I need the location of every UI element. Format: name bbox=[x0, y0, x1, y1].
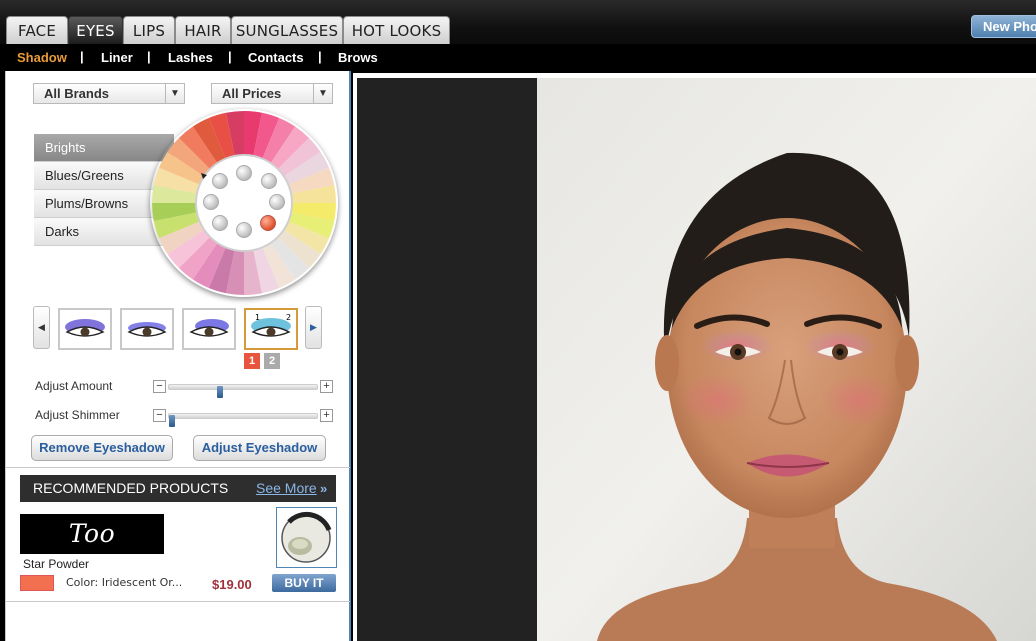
eye-look-thumb[interactable] bbox=[182, 308, 236, 350]
brands-dropdown-value: All Brands bbox=[44, 86, 110, 101]
see-more-link[interactable]: See More bbox=[256, 475, 317, 502]
photo-canvas bbox=[353, 73, 1036, 641]
product-name[interactable]: Star Powder bbox=[23, 557, 89, 571]
shimmer-knob[interactable] bbox=[169, 415, 175, 427]
eye-icon bbox=[127, 322, 167, 337]
subnav-shadow[interactable]: Shadow bbox=[17, 50, 67, 65]
eye-icon bbox=[189, 319, 229, 337]
brands-dropdown[interactable]: All Brands ▼ bbox=[33, 83, 185, 104]
shimmer-label: Adjust Shimmer bbox=[35, 408, 120, 422]
pager-1[interactable]: 1 bbox=[244, 353, 260, 369]
eye-look-thumb-selected[interactable]: 1 2 bbox=[244, 308, 298, 350]
amount-slider[interactable]: − + bbox=[153, 380, 333, 398]
minus-button[interactable]: − bbox=[153, 409, 166, 422]
amount-knob[interactable] bbox=[217, 386, 224, 398]
subnav-contacts[interactable]: Contacts bbox=[248, 50, 304, 65]
prev-look-button[interactable]: ◀ bbox=[33, 306, 50, 349]
prices-dropdown-value: All Prices bbox=[222, 86, 282, 101]
subnav-liner[interactable]: Liner bbox=[101, 50, 133, 65]
plus-button[interactable]: + bbox=[320, 380, 333, 393]
brand-logo[interactable]: Too Faced® bbox=[20, 514, 164, 588]
subnav-lashes[interactable]: Lashes bbox=[168, 50, 213, 65]
chevron-down-icon[interactable]: ▼ bbox=[313, 84, 332, 103]
swatch-slot[interactable] bbox=[261, 173, 277, 189]
prices-dropdown[interactable]: All Prices ▼ bbox=[211, 83, 333, 104]
swatch-slot[interactable] bbox=[236, 165, 252, 181]
model-photo[interactable] bbox=[537, 78, 1036, 641]
recommended-header: RECOMMENDED PRODUCTS See More » bbox=[20, 475, 336, 502]
tab-sunglasses[interactable]: SUNGLASSES bbox=[231, 16, 343, 44]
zone-label: 2 bbox=[286, 313, 291, 322]
next-look-button[interactable]: ▶ bbox=[305, 306, 322, 349]
eye-icon: 1 2 bbox=[251, 313, 291, 337]
swatch-slot[interactable] bbox=[212, 173, 228, 189]
chevron-down-icon[interactable]: ▼ bbox=[165, 84, 184, 103]
chevron-right-icon: ▶ bbox=[310, 322, 317, 332]
shimmer-track[interactable] bbox=[168, 413, 318, 427]
pager-2[interactable]: 2 bbox=[264, 353, 280, 369]
tab-hot-looks[interactable]: HOT LOOKS bbox=[343, 16, 450, 44]
eye-look-thumb[interactable] bbox=[120, 308, 174, 350]
zone-label: 1 bbox=[255, 313, 260, 322]
control-panel: All Brands ▼ All Prices ▼ Brights Blues/… bbox=[5, 71, 351, 641]
divider bbox=[6, 601, 350, 602]
minus-button[interactable]: − bbox=[153, 380, 166, 393]
swatch-slot[interactable] bbox=[269, 194, 285, 210]
product-price: $19.00 bbox=[212, 577, 252, 592]
amount-track[interactable] bbox=[168, 384, 318, 398]
subnav-separator: | bbox=[80, 49, 84, 64]
top-tab-bar: FACE EYES LIPS HAIR SUNGLASSES HOT LOOKS… bbox=[0, 0, 1036, 44]
double-chevron-right-icon[interactable]: » bbox=[320, 475, 327, 502]
buy-it-button[interactable]: BUY IT bbox=[272, 574, 336, 592]
product-jar-icon bbox=[281, 511, 332, 563]
adjust-eyeshadow-button[interactable]: Adjust Eyeshadow bbox=[193, 435, 326, 461]
product-image[interactable] bbox=[276, 507, 337, 568]
shimmer-slider[interactable]: − + bbox=[153, 409, 333, 427]
plus-button[interactable]: + bbox=[320, 409, 333, 422]
product-color: Color: Iridescent Or... bbox=[66, 576, 183, 589]
subnav-separator: | bbox=[228, 49, 232, 64]
recommended-title: RECOMMENDED PRODUCTS bbox=[33, 480, 229, 496]
divider bbox=[6, 467, 350, 468]
eye-look-thumb[interactable] bbox=[58, 308, 112, 350]
chevron-left-icon: ◀ bbox=[38, 322, 45, 332]
swatch-selected[interactable] bbox=[260, 215, 276, 231]
color-wheel-graphic[interactable] bbox=[150, 109, 338, 297]
swatch-slot[interactable] bbox=[236, 222, 252, 238]
subnav-separator: | bbox=[318, 49, 322, 64]
new-photo-button[interactable]: New Pho bbox=[971, 15, 1036, 38]
color-chip bbox=[20, 575, 54, 591]
tab-face[interactable]: FACE bbox=[6, 16, 68, 44]
color-wheel[interactable] bbox=[150, 109, 338, 297]
swatch-slot[interactable] bbox=[212, 215, 228, 231]
tab-lips[interactable]: LIPS bbox=[123, 16, 175, 44]
eye-icon bbox=[65, 319, 105, 337]
tab-hair[interactable]: HAIR bbox=[175, 16, 231, 44]
photo-background-dark bbox=[357, 78, 537, 641]
tab-eyes[interactable]: EYES bbox=[68, 16, 123, 44]
subnav-separator: | bbox=[147, 49, 151, 64]
amount-label: Adjust Amount bbox=[35, 379, 113, 393]
swatch-slot[interactable] bbox=[203, 194, 219, 210]
remove-eyeshadow-button[interactable]: Remove Eyeshadow bbox=[31, 435, 173, 461]
sub-navigation: Shadow | Liner | Lashes | Contacts | Bro… bbox=[0, 44, 1036, 71]
subnav-brows[interactable]: Brows bbox=[338, 50, 378, 65]
